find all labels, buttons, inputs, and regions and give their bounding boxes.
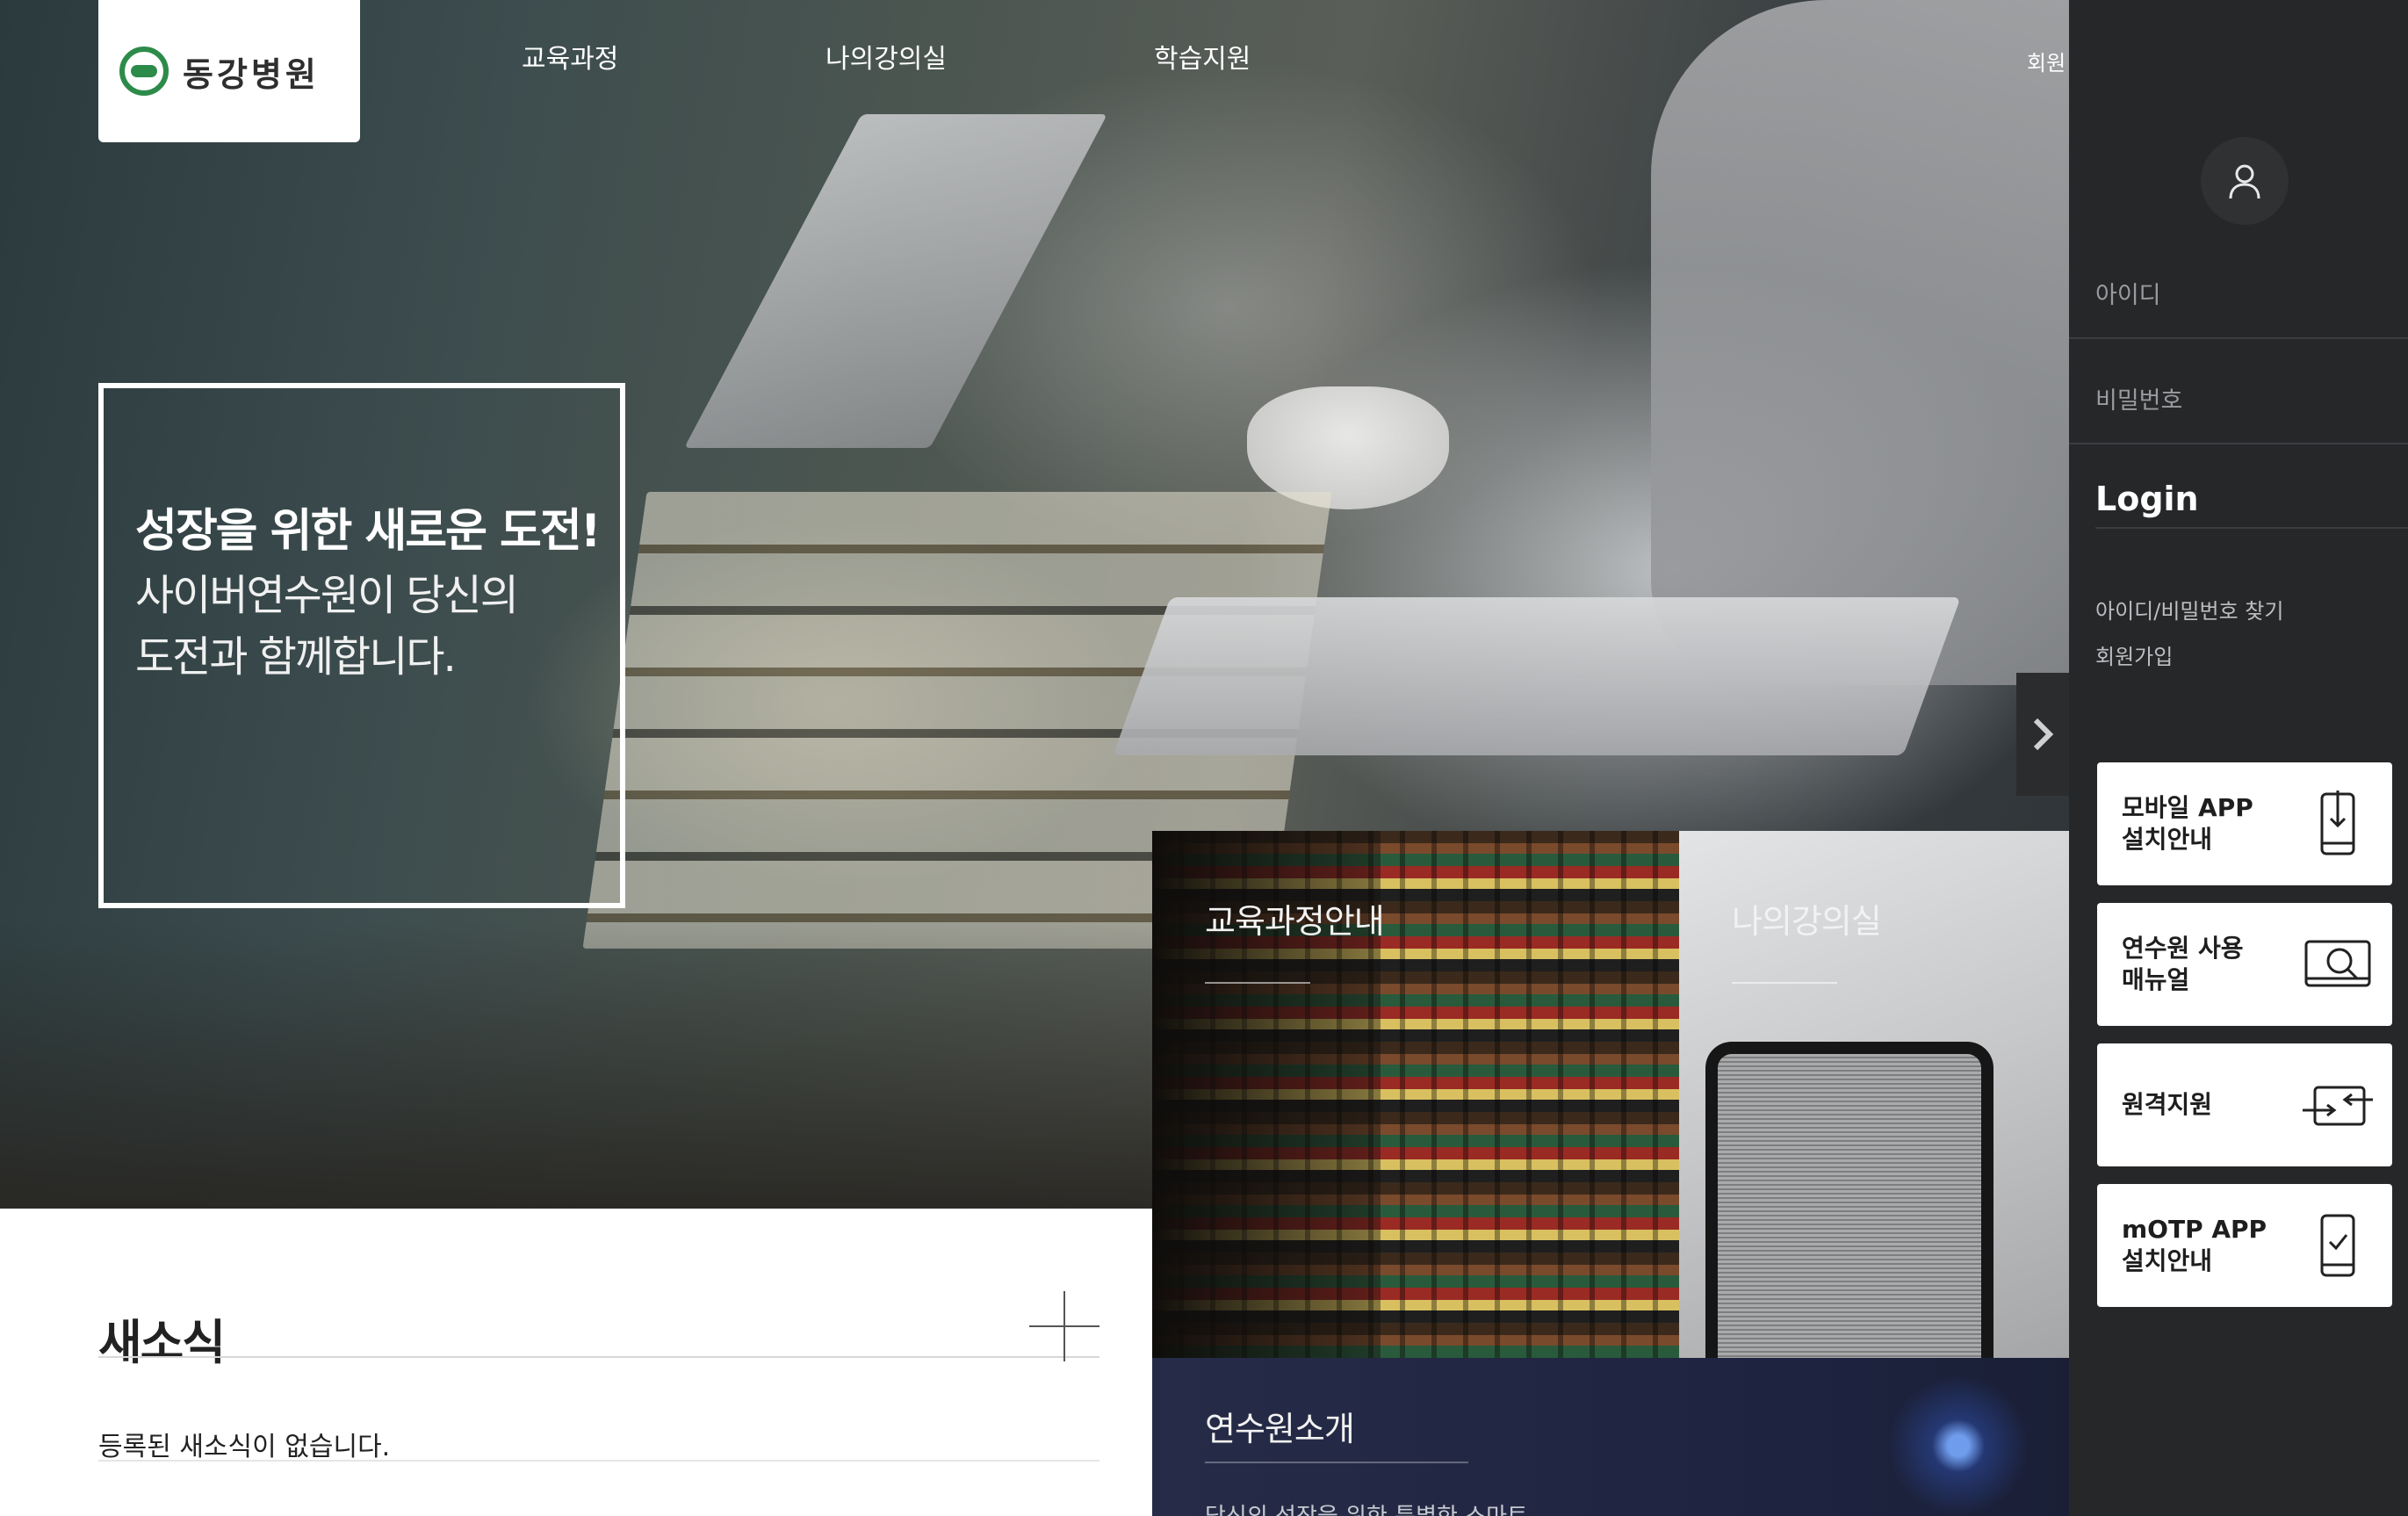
tile-course-guide-underline xyxy=(1205,982,1310,984)
manual-search-icon xyxy=(2304,940,2371,987)
tile-my-classroom-label: 나의강의실 xyxy=(1732,902,1882,941)
main-nav: 교육과정 나의강의실 학습지원 회원 xyxy=(0,37,2069,81)
hero-laptop-image xyxy=(1113,597,1961,755)
login-password-field[interactable]: 비밀번호 xyxy=(2069,339,2408,444)
nav-item-my-classroom[interactable]: 나의강의실 xyxy=(825,37,947,76)
manual-button[interactable]: 연수원 사용 매뉴얼 xyxy=(2097,903,2392,1026)
hero-laptop-screen-image xyxy=(683,114,1108,448)
hero-subtitle-line1: 사이버연수원이 당신의 xyxy=(135,571,519,620)
mobile-check-icon xyxy=(2320,1214,2355,1277)
news-section: 새소식 등록된 새소식이 없습니다. xyxy=(0,1209,1152,1516)
tile-my-classroom-underline xyxy=(1732,982,1837,984)
login-password-placeholder: 비밀번호 xyxy=(2095,387,2183,415)
hero-subtitle-line2: 도전과 함께합니다. xyxy=(135,632,457,682)
panel-toggle-button[interactable] xyxy=(2016,673,2069,796)
remote-support-button[interactable]: 원격지원 xyxy=(2097,1043,2392,1166)
nav-item-courses[interactable]: 교육과정 xyxy=(522,37,618,76)
tile-about-subtitle: 당신의 성장을 위한 특별한 스마트 xyxy=(1205,1498,1528,1516)
motp-app-install-button[interactable]: mOTP APP 설치안내 xyxy=(2097,1184,2392,1307)
remote-support-label: 원격지원 xyxy=(2122,1090,2213,1119)
news-divider xyxy=(98,1356,1099,1358)
tile-about-label: 연수원소개 xyxy=(1205,1410,1355,1448)
nav-item-member[interactable]: 회원 xyxy=(2027,46,2069,76)
tile-my-classroom[interactable]: 나의강의실 xyxy=(1679,831,2069,1358)
tile-course-guide-label: 교육과정안내 xyxy=(1205,902,1385,941)
login-id-placeholder: 아이디 xyxy=(2095,282,2161,309)
tile-course-guide[interactable]: 교육과정안내 xyxy=(1152,831,1679,1358)
user-avatar-icon xyxy=(2201,137,2289,225)
hero-cup-image xyxy=(1247,386,1449,509)
news-title: 새소식 xyxy=(98,1315,226,1370)
hero-headline-box: 성장을 위한 새로운 도전! 사이버연수원이 당신의 도전과 함께합니다. xyxy=(98,383,625,908)
chevron-right-icon xyxy=(2033,718,2054,751)
news-more-plus-icon[interactable] xyxy=(1029,1291,1099,1361)
login-button[interactable]: Login xyxy=(2095,480,2408,529)
mobile-download-icon xyxy=(2320,790,2355,855)
news-empty-message: 등록된 새소식이 없습니다. xyxy=(98,1432,391,1462)
tile-about[interactable]: 연수원소개 당신의 성장을 위한 특별한 스마트 xyxy=(1152,1358,2069,1516)
news-row-divider xyxy=(98,1460,1099,1462)
login-id-field[interactable]: 아이디 xyxy=(2069,234,2408,339)
hero-arm-image xyxy=(1651,0,2069,685)
mobile-app-install-button[interactable]: 모바일 APP 설치안내 xyxy=(2097,762,2392,885)
mobile-app-install-label: 모바일 APP 설치안내 xyxy=(2122,793,2253,854)
nav-item-learning-support[interactable]: 학습지원 xyxy=(1154,37,1251,76)
hero-title: 성장을 위한 새로운 도전! xyxy=(135,505,601,558)
tile-about-underline xyxy=(1205,1462,1468,1463)
find-id-password-link[interactable]: 아이디/비밀번호 찾기 xyxy=(2095,594,2283,624)
login-panel: 아이디 비밀번호 Login 아이디/비밀번호 찾기 회원가입 모바일 APP … xyxy=(2069,0,2408,1516)
motp-app-install-label: mOTP APP 설치안내 xyxy=(2122,1215,2267,1275)
remote-support-icon xyxy=(2303,1086,2373,1126)
manual-label: 연수원 사용 매뉴얼 xyxy=(2122,934,2244,994)
join-link[interactable]: 회원가입 xyxy=(2095,639,2173,670)
